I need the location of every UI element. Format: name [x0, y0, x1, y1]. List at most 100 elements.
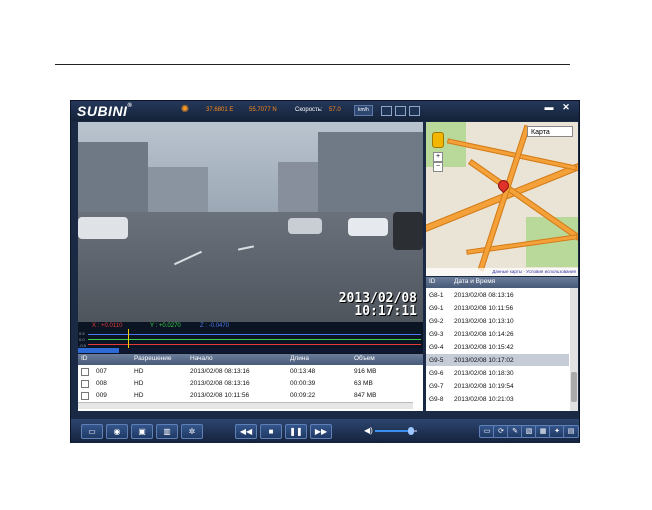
column-header-id[interactable]: ID: [81, 355, 88, 362]
index-datetime: 2013/02/08 10:14:26: [454, 331, 514, 338]
title-bar: SUBINI® ✺ 37.6801 E 55.7077 N Скорость: …: [71, 101, 579, 121]
index-datetime: 2013/02/08 08:13:16: [454, 292, 514, 299]
table-row[interactable]: 009 HD 2013/02/08 10:11:56 00:09:22 847 …: [78, 390, 423, 401]
file-size: 63 MB: [354, 380, 373, 387]
video-time: 10:17:11: [354, 304, 417, 319]
close-button[interactable]: ✕: [560, 102, 572, 112]
zoom-in-button[interactable]: +: [433, 152, 443, 162]
list-item[interactable]: G8-1 2013/02/08 08:13:16: [426, 289, 569, 301]
list-item[interactable]: G9-5 2013/02/08 10:17:02: [426, 354, 569, 366]
minimize-button[interactable]: ▬: [543, 102, 555, 112]
column-header-datetime[interactable]: Дата и Время: [454, 278, 495, 285]
file-resolution: HD: [134, 368, 144, 375]
zoom-out-button[interactable]: −: [433, 162, 443, 172]
list-item[interactable]: G9-1 2013/02/08 10:11:56: [426, 302, 569, 314]
index-datetime: 2013/02/08 10:17:02: [454, 357, 514, 364]
street-view-pegman-icon[interactable]: [432, 132, 444, 148]
index-id: G9-2: [429, 318, 444, 325]
save-icon[interactable]: ▣: [131, 424, 153, 439]
list-item[interactable]: G9-8 2013/02/08 10:21:03: [426, 393, 569, 405]
folder-open-icon[interactable]: ▤: [563, 425, 579, 438]
stop-icon[interactable]: ■: [260, 424, 282, 439]
list-item[interactable]: G9-3 2013/02/08 10:14:26: [426, 328, 569, 340]
column-header-length[interactable]: Длина: [290, 355, 309, 362]
longitude-value: 55.7077 N: [249, 107, 277, 113]
bottom-toolbar: ▭ ◉ ▣ ▥ ✲ ◀◀ ■ ❚❚ ▶▶ ◀) ▭ ⟳ ✎ ▧ ▦ ✦ ▤: [71, 419, 579, 443]
file-start: 2013/02/08 08:13:16: [190, 368, 250, 375]
speed-unit-button[interactable]: km/h: [354, 105, 373, 116]
map-footer[interactable]: Данные карты · Условия использования: [426, 268, 578, 276]
file-start: 2013/02/08 10:11:56: [190, 392, 250, 399]
speed-value: 57.0: [329, 107, 341, 113]
map-view[interactable]: + − Карта Данные карты · Условия использ…: [426, 122, 578, 276]
playback-progress-fill: [78, 348, 120, 353]
volume-icon[interactable]: ◀): [364, 426, 373, 435]
dashcam-player-window: SUBINI® ✺ 37.6801 E 55.7077 N Скорость: …: [70, 100, 580, 443]
index-datetime: 2013/02/08 10:15:42: [454, 344, 514, 351]
volume-knob[interactable]: [407, 427, 414, 435]
page-divider-line: [55, 64, 570, 65]
column-header-start[interactable]: Начало: [190, 355, 213, 362]
file-id: 008: [96, 380, 107, 387]
playback-progress-bar[interactable]: [78, 348, 423, 353]
rewind-icon[interactable]: ◀◀: [235, 424, 257, 439]
table-row[interactable]: 007 HD 2013/02/08 08:13:16 00:13:48 916 …: [78, 366, 423, 377]
window-quad-icon[interactable]: [409, 106, 420, 116]
settings-icon[interactable]: ✲: [181, 424, 203, 439]
column-header-resolution[interactable]: Разрешение: [134, 355, 172, 362]
index-datetime: 2013/02/08 10:21:03: [454, 396, 514, 403]
index-datetime: 2013/02/08 10:18:30: [454, 370, 514, 377]
g-sensor-y-line: [88, 339, 421, 340]
video-building: [78, 142, 148, 222]
video-building: [148, 167, 208, 217]
row-checkbox[interactable]: [81, 368, 89, 376]
video-view[interactable]: 2013/02/08 10:17:11: [78, 122, 423, 322]
folder-icon[interactable]: ▭: [81, 424, 103, 439]
file-table-header: ID Разрешение Начало Длина Объем: [78, 354, 423, 365]
index-id: G9-4: [429, 344, 444, 351]
index-id: G9-5: [429, 357, 444, 364]
latitude-value: 37.6801 E: [206, 107, 234, 113]
index-id: G9-1: [429, 305, 444, 312]
file-resolution: HD: [134, 392, 144, 399]
file-size: 916 MB: [354, 368, 377, 375]
list-item[interactable]: G9-6 2013/02/08 10:18:30: [426, 367, 569, 379]
file-id: 007: [96, 368, 107, 375]
file-id: 009: [96, 392, 107, 399]
speed-label: Скорость:: [295, 107, 323, 113]
index-list-scrollbar[interactable]: [570, 288, 578, 411]
file-length: 00:00:39: [290, 380, 316, 387]
video-car: [348, 218, 388, 236]
window-split-icon[interactable]: [395, 106, 406, 116]
row-checkbox[interactable]: [81, 380, 89, 388]
scrollbar-thumb[interactable]: [571, 372, 577, 402]
column-header-size[interactable]: Объем: [354, 355, 375, 362]
camera-icon[interactable]: ◉: [106, 424, 128, 439]
index-id: G8-1: [429, 292, 444, 299]
index-id: G9-6: [429, 370, 444, 377]
g-sensor-z-label: Z : -0.0470: [200, 323, 230, 329]
column-header-id[interactable]: ID: [429, 278, 436, 285]
g-sensor-z-line: [88, 334, 421, 335]
fast-forward-icon[interactable]: ▶▶: [310, 424, 332, 439]
g-axis-label: 0.5: [79, 331, 85, 336]
index-datetime: 2013/02/08 10:13:10: [454, 318, 514, 325]
list-item[interactable]: G9-4 2013/02/08 10:15:42: [426, 341, 569, 353]
pause-icon[interactable]: ❚❚: [285, 424, 307, 439]
row-checkbox[interactable]: [81, 392, 89, 400]
table-row[interactable]: 008 HD 2013/02/08 08:13:16 00:00:39 63 M…: [78, 378, 423, 389]
index-list-header: ID Дата и Время: [426, 277, 578, 288]
index-id: G9-3: [429, 331, 444, 338]
list-item[interactable]: G9-7 2013/02/08 10:19:54: [426, 380, 569, 392]
file-resolution: HD: [134, 380, 144, 387]
index-id: G9-7: [429, 383, 444, 390]
volume-slider[interactable]: [375, 427, 417, 435]
delete-icon[interactable]: ▥: [156, 424, 178, 439]
map-type-select[interactable]: Карта: [527, 126, 573, 137]
list-item[interactable]: G9-2 2013/02/08 10:13:10: [426, 315, 569, 327]
index-datetime: 2013/02/08 10:19:54: [454, 383, 514, 390]
file-table-scrollbar[interactable]: [78, 402, 413, 409]
window-single-icon[interactable]: [381, 106, 392, 116]
gps-index-list: ID Дата и Время G8-1 2013/02/08 08:13:16 G…: [426, 277, 578, 411]
index-datetime: 2013/02/08 10:11:56: [454, 305, 514, 312]
